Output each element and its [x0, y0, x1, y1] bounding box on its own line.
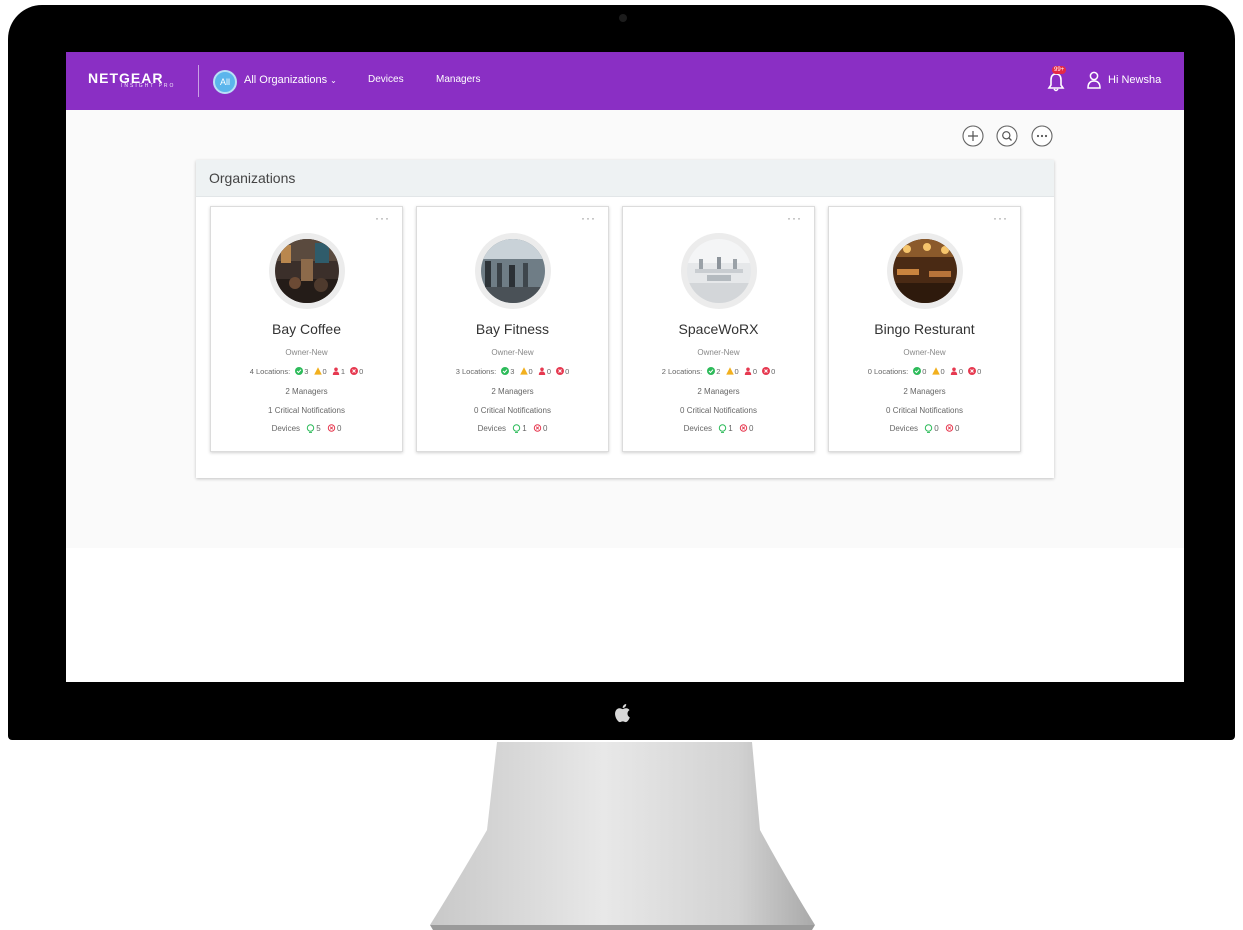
screen: NETGEAR INSIGHT PRO All All Organization… — [66, 52, 1184, 682]
apple-logo-icon — [615, 704, 630, 723]
screen-reflection — [66, 52, 1184, 682]
camera-icon — [619, 14, 627, 22]
